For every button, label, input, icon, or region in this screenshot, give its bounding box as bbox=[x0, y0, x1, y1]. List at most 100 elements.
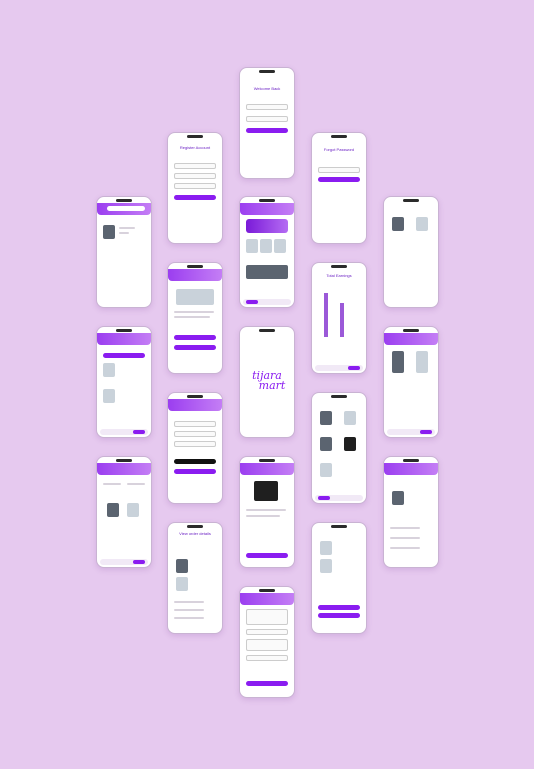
tracking-step bbox=[390, 537, 420, 539]
gpay-button[interactable] bbox=[174, 459, 216, 464]
order-details-title: View order details bbox=[179, 531, 211, 536]
search-input[interactable] bbox=[107, 206, 145, 211]
continue-button[interactable] bbox=[174, 469, 216, 474]
rate-product-button[interactable] bbox=[174, 345, 216, 350]
action-button[interactable] bbox=[318, 613, 360, 618]
product-tile[interactable] bbox=[320, 463, 332, 477]
forgot-password-screen[interactable]: Forgot Password bbox=[311, 132, 367, 244]
header-bar bbox=[168, 269, 222, 281]
purchase-details-screen[interactable] bbox=[311, 522, 367, 634]
login-screen[interactable]: Welcome Back bbox=[239, 67, 295, 179]
address-field[interactable] bbox=[174, 421, 216, 427]
sign-up-button[interactable] bbox=[174, 195, 216, 200]
notch bbox=[331, 265, 347, 268]
cart-item-thumbnail[interactable] bbox=[103, 389, 115, 403]
email-field[interactable] bbox=[174, 173, 216, 179]
nav-active-pill[interactable] bbox=[133, 430, 145, 434]
product-tile[interactable] bbox=[344, 411, 356, 425]
sign-in-button[interactable] bbox=[246, 128, 288, 133]
nav-active-pill[interactable] bbox=[318, 496, 330, 500]
action-button[interactable] bbox=[318, 605, 360, 610]
add-product-screen[interactable] bbox=[239, 456, 295, 568]
chart-bar-2 bbox=[340, 303, 344, 337]
product-description-field[interactable] bbox=[246, 639, 288, 651]
splash-screen: tijara mart bbox=[239, 326, 295, 438]
cart-screen[interactable] bbox=[96, 326, 152, 438]
product-tile[interactable] bbox=[392, 217, 404, 231]
header-bar bbox=[168, 399, 222, 411]
wishlist-screen[interactable] bbox=[383, 196, 439, 308]
cart-item-thumbnail[interactable] bbox=[103, 363, 115, 377]
nav-active-pill[interactable] bbox=[133, 560, 145, 564]
confirm-button[interactable] bbox=[318, 177, 360, 182]
add-product-form-screen[interactable] bbox=[239, 586, 295, 698]
header-bar bbox=[97, 333, 151, 345]
product-tile[interactable] bbox=[392, 351, 404, 373]
product-tile[interactable] bbox=[416, 351, 428, 373]
checkout-button[interactable] bbox=[103, 353, 145, 358]
order-item-thumbnail bbox=[320, 541, 332, 555]
category-tile[interactable] bbox=[246, 239, 258, 253]
header-bar bbox=[240, 463, 294, 475]
password-field[interactable] bbox=[246, 116, 288, 122]
logo-bottom: mart bbox=[258, 378, 286, 392]
product-name bbox=[119, 227, 135, 229]
product-tile[interactable] bbox=[320, 437, 332, 451]
notch bbox=[331, 395, 347, 398]
product-detail-screen[interactable] bbox=[167, 262, 223, 374]
notch bbox=[403, 459, 419, 462]
order-details-screen[interactable]: View order details bbox=[167, 522, 223, 634]
nav-active-pill[interactable] bbox=[348, 366, 360, 370]
product-tile[interactable] bbox=[344, 437, 356, 451]
register-screen[interactable]: Register Account bbox=[167, 132, 223, 244]
image-upload-area[interactable] bbox=[246, 609, 288, 625]
deal-thumbnail[interactable] bbox=[246, 265, 288, 279]
chart-bar-1 bbox=[324, 293, 328, 337]
search-results-screen[interactable] bbox=[96, 196, 152, 308]
product-gallery-screen[interactable] bbox=[383, 326, 439, 438]
product-description bbox=[246, 515, 280, 517]
product-price-field[interactable] bbox=[246, 655, 288, 661]
add-button[interactable] bbox=[246, 553, 288, 558]
filter-chip[interactable] bbox=[127, 483, 145, 485]
tracking-screen[interactable] bbox=[383, 456, 439, 568]
city-field[interactable] bbox=[174, 441, 216, 447]
product-name-field[interactable] bbox=[246, 629, 288, 635]
product-thumbnail[interactable] bbox=[103, 225, 115, 239]
filter-chip[interactable] bbox=[103, 483, 121, 485]
tracking-step bbox=[174, 609, 204, 611]
add-button[interactable] bbox=[246, 681, 288, 686]
header-bar bbox=[384, 463, 438, 475]
tracking-step bbox=[390, 527, 420, 529]
product-thumbnail[interactable] bbox=[127, 503, 139, 517]
category-tile[interactable] bbox=[260, 239, 272, 253]
category-tile[interactable] bbox=[274, 239, 286, 253]
product-tile[interactable] bbox=[320, 411, 332, 425]
product-tile[interactable] bbox=[416, 217, 428, 231]
payment-screen[interactable] bbox=[167, 392, 223, 504]
nav-active-pill[interactable] bbox=[246, 300, 258, 304]
product-thumbnail[interactable] bbox=[107, 503, 119, 517]
notch bbox=[331, 135, 347, 138]
full-name-field[interactable] bbox=[174, 163, 216, 169]
cashback-banner[interactable] bbox=[246, 219, 288, 233]
home-screen[interactable] bbox=[239, 196, 295, 308]
notch bbox=[187, 525, 203, 528]
tracking-step bbox=[390, 547, 420, 549]
notch bbox=[116, 459, 132, 462]
notch bbox=[259, 459, 275, 462]
register-title: Register Account bbox=[179, 145, 211, 150]
profile-screen[interactable] bbox=[96, 456, 152, 568]
nav-active-pill[interactable] bbox=[420, 430, 432, 434]
product-grid-screen[interactable] bbox=[311, 392, 367, 504]
building-field[interactable] bbox=[174, 431, 216, 437]
buy-now-button[interactable] bbox=[174, 335, 216, 340]
earnings-screen[interactable]: Total Earnings bbox=[311, 262, 367, 374]
password-field[interactable] bbox=[174, 183, 216, 189]
notch bbox=[259, 329, 275, 332]
tracking-step bbox=[174, 601, 204, 603]
header-bar bbox=[384, 333, 438, 345]
email-field[interactable] bbox=[318, 167, 360, 173]
email-field[interactable] bbox=[246, 104, 288, 110]
tracking-step bbox=[174, 617, 204, 619]
